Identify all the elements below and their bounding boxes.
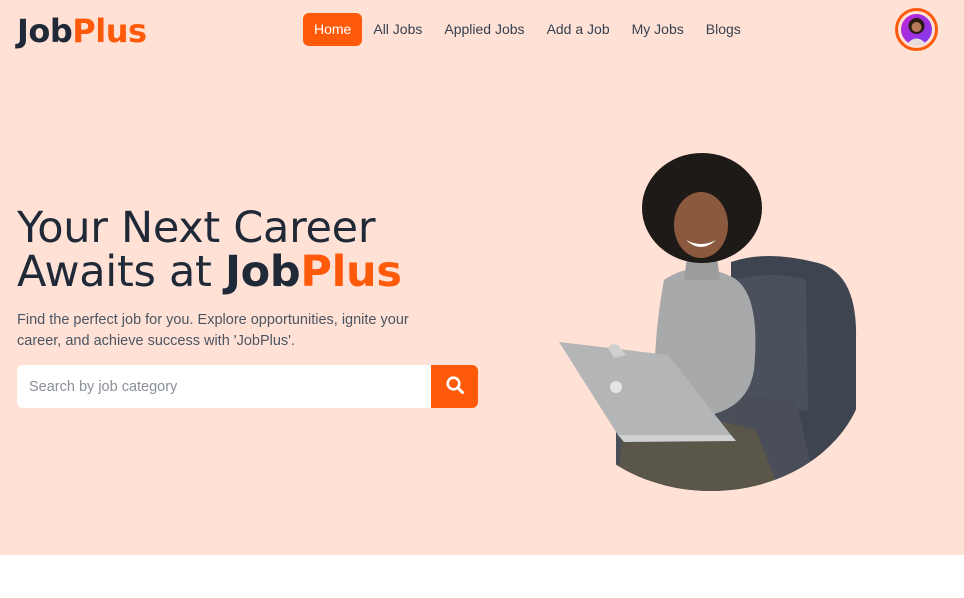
hero-description: Find the perfect job for you. Explore op… [17,312,409,349]
logo-text-job: Job [17,12,73,50]
nav-home[interactable]: Home [303,13,363,46]
main-nav: Home All Jobs Applied Jobs Add a Job My … [303,13,752,46]
nav-all-jobs[interactable]: All Jobs [362,13,433,46]
logo-text-plus: Plus [72,12,147,50]
site-logo[interactable]: JobPlus [17,12,147,50]
search-icon [445,375,465,398]
headline-brand-plus: Plus [300,247,402,297]
job-category-search-input[interactable] [17,365,431,408]
user-avatar[interactable] [895,8,938,51]
search-button[interactable] [431,365,478,408]
hero-headline: Your Next Career Awaits at JobPlus [17,206,402,294]
nav-add-a-job[interactable]: Add a Job [536,13,621,46]
headline-line-2: Awaits at JobPlus [17,250,402,294]
avatar-photo [901,14,932,45]
nav-applied-jobs[interactable]: Applied Jobs [433,13,535,46]
nav-blogs[interactable]: Blogs [695,13,752,46]
job-search-bar [17,365,478,408]
headline-prefix: Awaits at [17,247,225,297]
headline-brand-job: Job [224,247,301,297]
headline-line-1: Your Next Career [17,203,376,253]
hero-image [556,150,866,495]
nav-my-jobs[interactable]: My Jobs [621,13,695,46]
